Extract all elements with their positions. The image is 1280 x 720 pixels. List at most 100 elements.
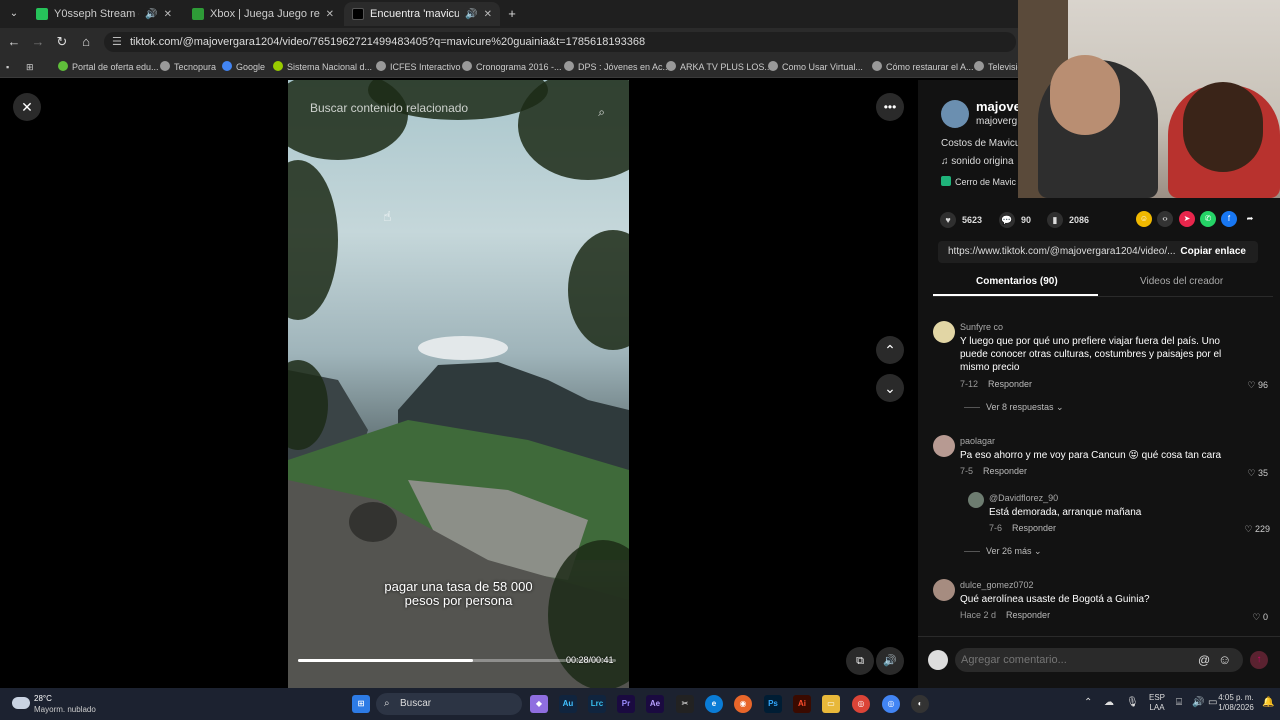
- comment-likes[interactable]: ♡ 0: [1232, 612, 1268, 623]
- more-options-button[interactable]: •••: [876, 93, 904, 121]
- comment-likes[interactable]: ♡ 96: [1232, 380, 1268, 391]
- close-video-button[interactable]: ✕: [13, 93, 41, 121]
- bookmark-item[interactable]: Cómo restaurar el A...: [872, 60, 974, 74]
- previous-video-button[interactable]: ⌃: [876, 336, 904, 364]
- firefox-icon[interactable]: ◉: [734, 695, 752, 713]
- bookmark-item[interactable]: Google: [222, 60, 265, 74]
- chrome-active-icon[interactable]: ◎: [882, 695, 900, 713]
- send-icon[interactable]: ➤: [1179, 211, 1195, 227]
- file-explorer-icon[interactable]: ▭: [822, 695, 840, 713]
- copilot-icon[interactable]: ◆: [530, 695, 548, 713]
- sound-row[interactable]: ♫ sonido origina: [941, 156, 1014, 167]
- creator-avatar[interactable]: [941, 100, 969, 128]
- embed-icon[interactable]: ‹›: [1157, 211, 1173, 227]
- user-avatar[interactable]: [928, 650, 948, 670]
- capcut-icon[interactable]: ✂: [676, 695, 694, 713]
- coin-icon[interactable]: ☺: [1136, 211, 1152, 227]
- comment-username[interactable]: @Davidflorez_90: [989, 493, 1058, 503]
- network-icon[interactable]: ⌸: [1176, 698, 1182, 708]
- windows-start-icon[interactable]: ⊞: [352, 695, 370, 713]
- bookmarks-menu-icon[interactable]: ▪: [6, 60, 9, 74]
- reload-icon[interactable]: ↻: [54, 34, 70, 50]
- tab-creator-videos[interactable]: Videos del creador: [1140, 276, 1223, 287]
- bookmark-item[interactable]: Portal de oferta edu...: [58, 60, 159, 74]
- bookmark-item[interactable]: ARKA TV PLUS LOS...: [666, 60, 772, 74]
- forward-icon[interactable]: →: [30, 34, 46, 50]
- comment-username[interactable]: paolagar: [960, 436, 995, 446]
- browser-tab-3[interactable]: Encuentra 'mavicure guaini 🔊 ✕: [344, 2, 500, 26]
- bookmark-item[interactable]: Tecnopura: [160, 60, 216, 74]
- save-stat[interactable]: ▮ 2086: [1047, 212, 1089, 228]
- mention-icon[interactable]: @: [1198, 653, 1210, 667]
- whatsapp-icon[interactable]: ✆: [1200, 211, 1216, 227]
- photoshop-icon[interactable]: Ps: [764, 695, 782, 713]
- weather-desc[interactable]: Mayorm. nublado: [34, 705, 96, 714]
- apps-grid-icon[interactable]: ⊞: [26, 60, 34, 74]
- volume-button[interactable]: 🔊: [876, 647, 904, 675]
- emoji-icon[interactable]: ☺: [1218, 652, 1231, 667]
- lightroom-classic-icon[interactable]: Lrc: [588, 695, 606, 713]
- bookmark-item[interactable]: Televisió: [974, 60, 1023, 74]
- reply-button[interactable]: Responder: [1012, 523, 1056, 533]
- close-tab-icon[interactable]: ✕: [164, 9, 172, 20]
- post-comment-button[interactable]: ↑: [1250, 651, 1268, 669]
- after-effects-icon[interactable]: Ae: [646, 695, 664, 713]
- related-search-input[interactable]: Buscar contenido relacionado ⌕: [288, 96, 629, 124]
- comment-username[interactable]: Sunfyre co: [960, 322, 1003, 332]
- like-stat[interactable]: ♥ 5623: [940, 212, 982, 228]
- bookmark-item[interactable]: Como Usar Virtual...: [768, 60, 863, 74]
- comment-username[interactable]: dulce_gomez0702: [960, 580, 1034, 590]
- tab-comments[interactable]: Comentarios (90): [976, 276, 1058, 287]
- chrome-icon[interactable]: ◎: [852, 695, 870, 713]
- browser-tab-1[interactable]: Y0sseph Stream - Watch Li 🔊 ✕: [28, 2, 180, 26]
- site-info-icon[interactable]: ☰: [112, 32, 122, 52]
- avatar[interactable]: [933, 435, 955, 457]
- weather-temp[interactable]: 28°C: [34, 694, 52, 703]
- reply-button[interactable]: Responder: [983, 466, 1027, 476]
- browser-tab-2[interactable]: Xbox | Juega Juego remoto de ✕: [184, 2, 342, 26]
- tab-search-icon[interactable]: ⌄: [6, 6, 22, 22]
- acrobat-icon[interactable]: Ai: [793, 695, 811, 713]
- obs-icon[interactable]: ◐: [911, 695, 929, 713]
- bookmark-item[interactable]: DPS : Jóvenes en Ac...: [564, 60, 670, 74]
- comment-likes[interactable]: ♡ 35: [1232, 468, 1268, 479]
- reply-button[interactable]: Responder: [1006, 610, 1050, 620]
- comment-likes[interactable]: ♡ 229: [1228, 524, 1270, 535]
- avatar[interactable]: [933, 321, 955, 343]
- edge-icon[interactable]: e: [705, 695, 723, 713]
- avatar[interactable]: [933, 579, 955, 601]
- microphone-icon[interactable]: 🎙: [1126, 698, 1139, 708]
- search-icon[interactable]: ⌕: [598, 100, 605, 124]
- close-tab-icon[interactable]: ✕: [326, 9, 334, 20]
- bookmark-item[interactable]: Sistema Nacional d...: [273, 60, 372, 74]
- share-arrow-icon[interactable]: ➦: [1242, 211, 1258, 227]
- weather-icon[interactable]: [12, 697, 30, 709]
- facebook-icon[interactable]: f: [1221, 211, 1237, 227]
- speaker-icon[interactable]: 🔊: [465, 9, 477, 20]
- share-link-box[interactable]: https://www.tiktok.com/@majovergara1204/…: [938, 241, 1258, 263]
- taskbar-search[interactable]: ⌕ Buscar: [376, 693, 522, 715]
- notifications-icon[interactable]: 🔔: [1262, 698, 1274, 708]
- location-row[interactable]: Cerro de Mavic: [941, 176, 1016, 187]
- floating-player-button[interactable]: ⧉: [846, 647, 874, 675]
- avatar[interactable]: [968, 492, 984, 508]
- speaker-icon[interactable]: 🔊: [145, 9, 157, 20]
- reply-button[interactable]: Responder: [988, 379, 1032, 389]
- creator-handle[interactable]: majoverg: [976, 116, 1017, 127]
- clock[interactable]: 4:05 p. m. 1/08/2026: [1212, 693, 1260, 713]
- next-video-button[interactable]: ⌄: [876, 374, 904, 402]
- back-icon[interactable]: ←: [6, 34, 22, 50]
- creator-name[interactable]: majove: [976, 99, 1021, 114]
- tray-overflow-icon[interactable]: ⌃: [1084, 698, 1092, 708]
- bookmark-item[interactable]: Cronograma 2016 -...: [462, 60, 562, 74]
- language-indicator[interactable]: ESP LAA: [1148, 693, 1166, 713]
- view-more-replies-button[interactable]: Ver 26 más ⌄: [964, 546, 1042, 557]
- audition-icon[interactable]: Au: [559, 695, 577, 713]
- close-tab-icon[interactable]: ✕: [484, 9, 492, 20]
- volume-icon[interactable]: 🔊: [1192, 698, 1204, 708]
- bookmark-item[interactable]: ICFES Interactivo: [376, 60, 461, 74]
- address-bar[interactable]: ☰ tiktok.com/@majovergara1204/video/7651…: [104, 32, 1016, 52]
- new-tab-icon[interactable]: +: [504, 6, 520, 22]
- copy-link-button[interactable]: Copiar enlace: [1180, 241, 1246, 263]
- comment-stat[interactable]: 💬 90: [999, 212, 1031, 228]
